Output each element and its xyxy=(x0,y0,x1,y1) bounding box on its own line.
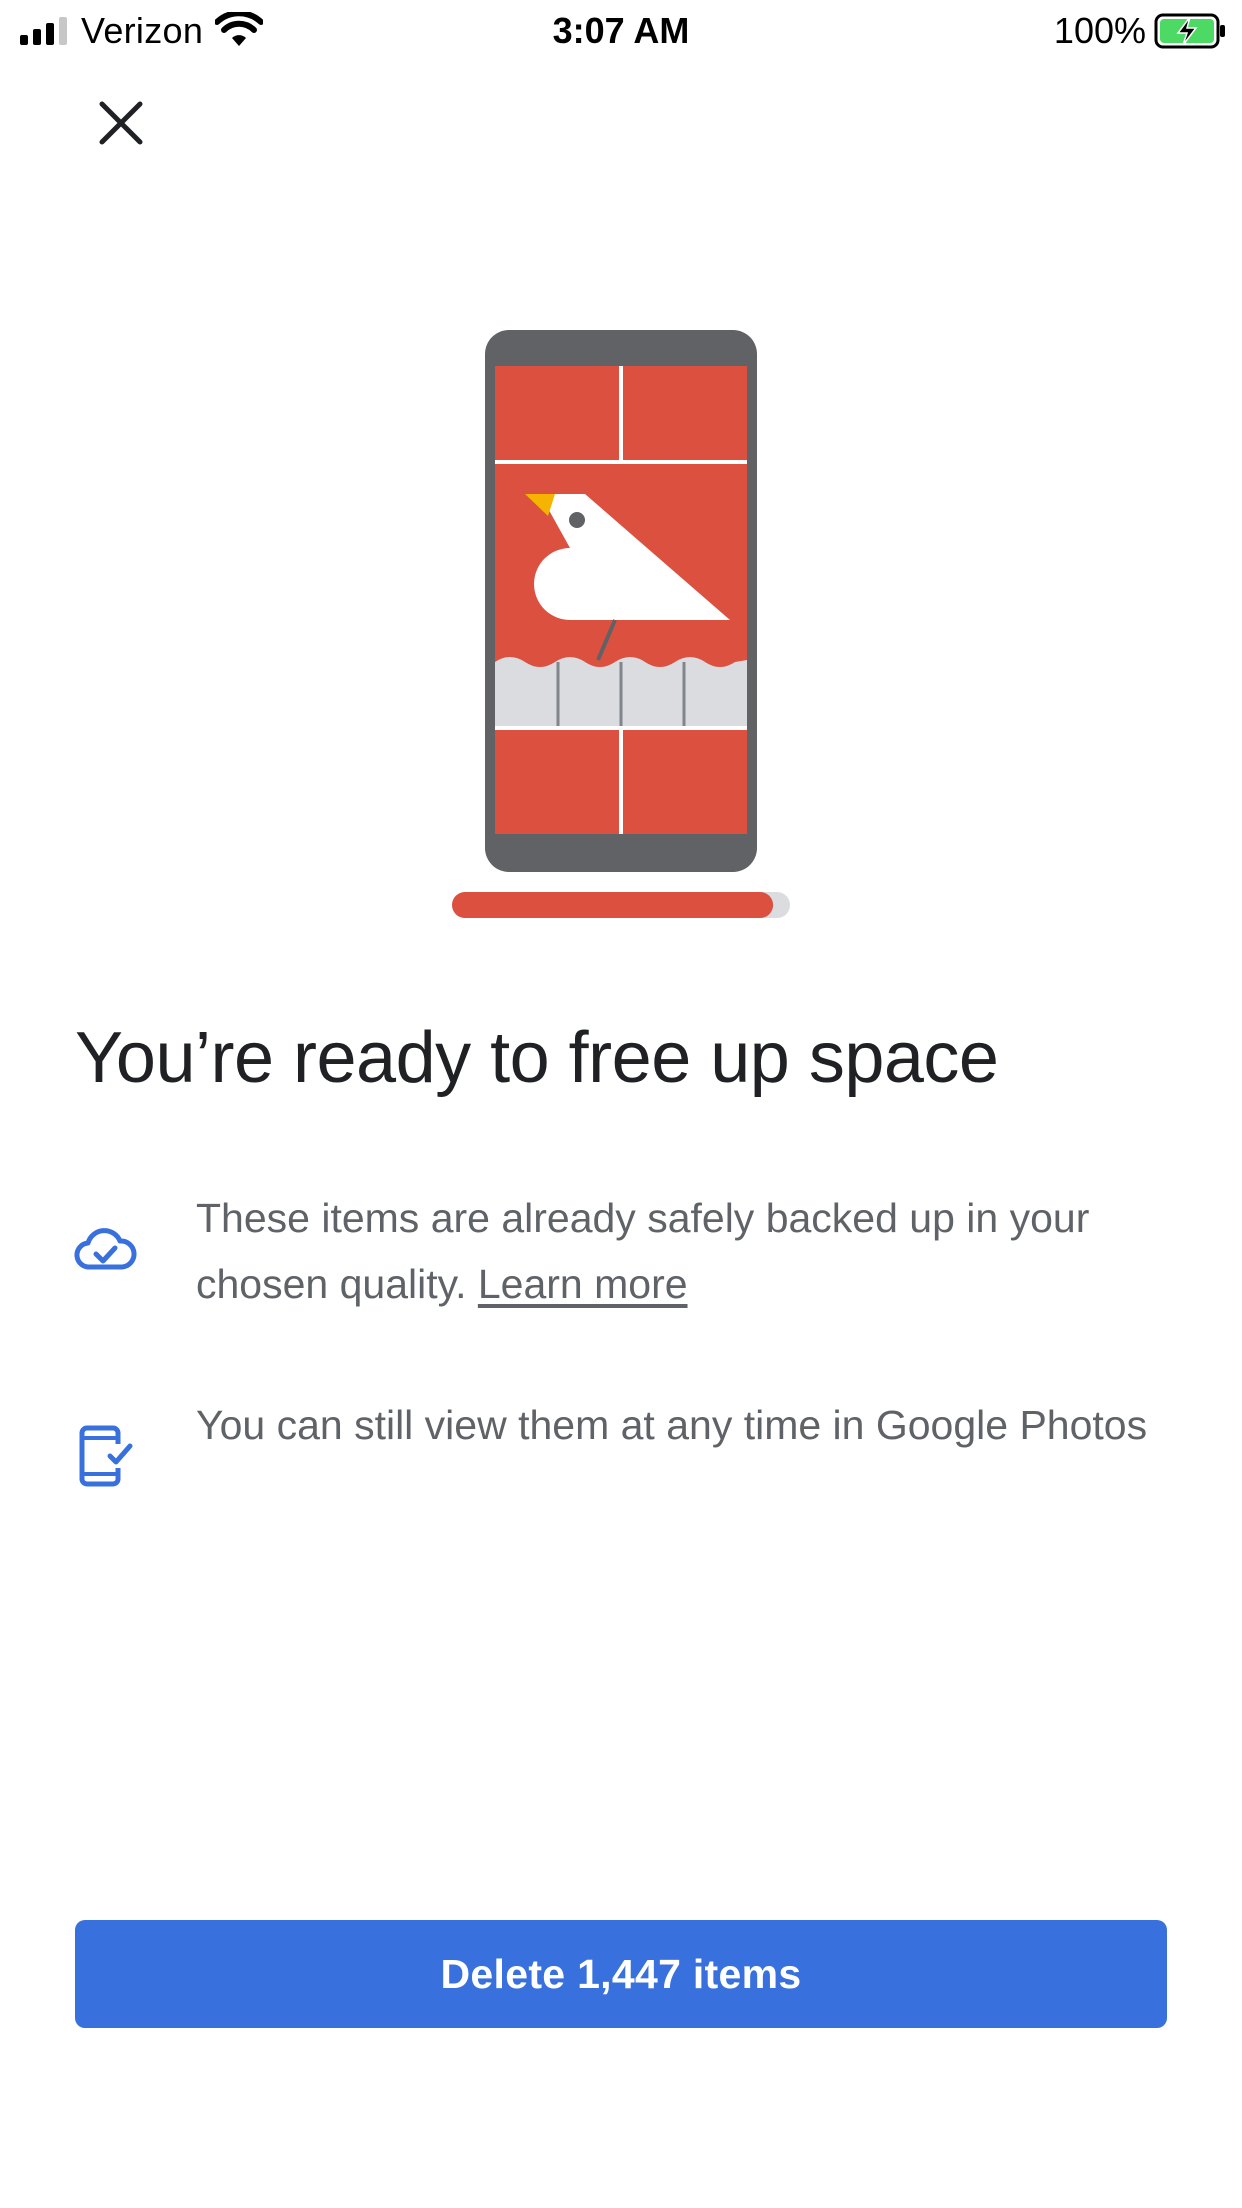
phone-bird-illustration xyxy=(452,330,790,918)
page-title: You’re ready to free up space xyxy=(75,1018,999,1098)
battery-charging-icon xyxy=(1154,13,1225,49)
info-text-view-anytime: You can still view them at any time in G… xyxy=(196,1402,1148,1448)
cloud-check-icon xyxy=(74,1228,137,1270)
info-text-backed-up: These items are already safely backed up… xyxy=(196,1185,1176,1317)
status-bar: Verizon 3:07 AM 100% xyxy=(0,0,1242,62)
learn-more-link[interactable]: Learn more xyxy=(478,1261,688,1307)
close-button[interactable] xyxy=(84,86,158,160)
delete-items-button[interactable]: Delete 1,447 items xyxy=(75,1920,1167,2028)
close-icon xyxy=(99,101,143,145)
battery-percent: 100% xyxy=(1053,10,1146,51)
phone-check-icon xyxy=(79,1425,136,1487)
progress-fill xyxy=(452,892,774,918)
status-bar-right: 100% xyxy=(1054,6,1228,56)
